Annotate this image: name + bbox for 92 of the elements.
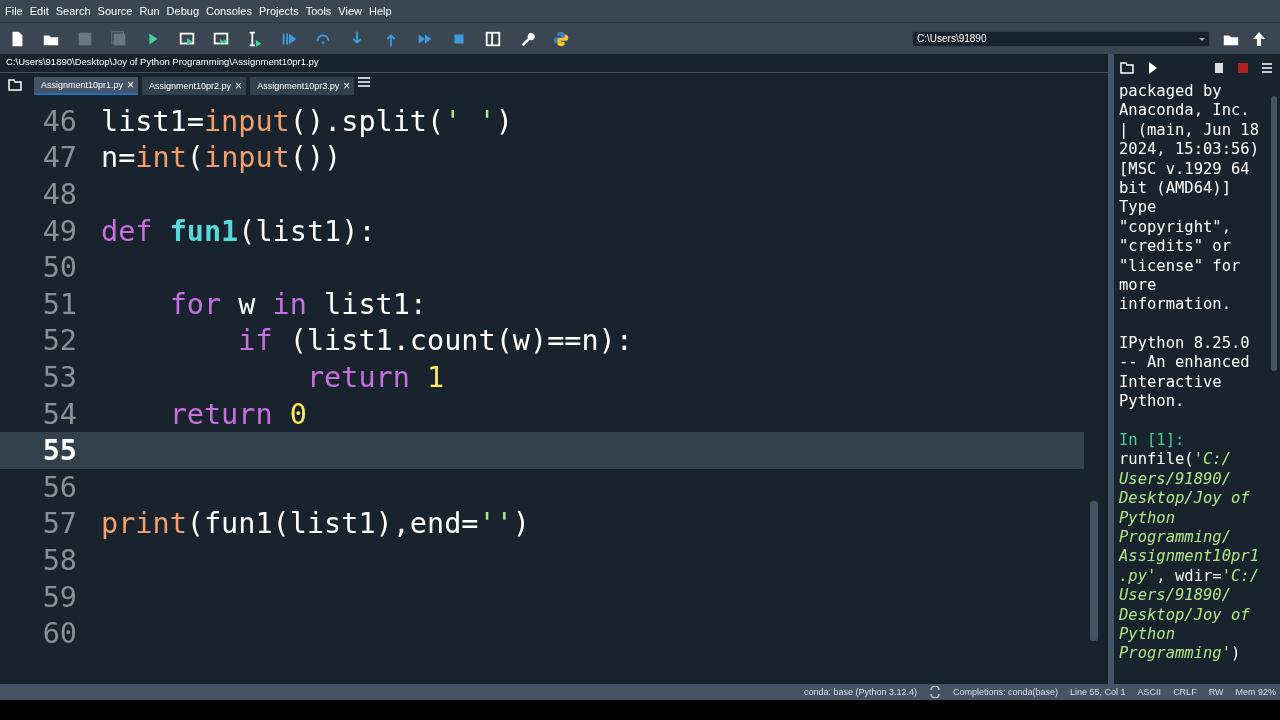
editor-tab[interactable]: Assignment10pr2.py × [142,77,247,95]
menu-item[interactable]: Edit [29,5,49,17]
console-text: Programming/ [1119,528,1232,548]
code-text: n=int(input()) [101,141,342,175]
console-text: "copyright", [1119,217,1232,238]
line-number: 46 [41,104,78,138]
console-text: bit (AMD64)] [1119,178,1232,199]
line-number: 55 [41,434,78,468]
copy-icon[interactable] [1214,62,1224,74]
console-text: Assignment10pr1 [1119,547,1260,567]
folder-icon[interactable] [1120,62,1134,74]
code-text: def fun1(list1): [101,214,376,248]
console-text: IPython 8.25.0 [1119,334,1251,354]
close-icon[interactable]: × [343,79,351,93]
console-text: more [1119,275,1158,296]
close-icon[interactable]: × [127,78,135,92]
tab-label: Assignment10pr1.py [41,80,124,90]
tab-label: Assignment10pr3.py [257,81,340,91]
console-text: | (main, Jun 18 [1119,120,1260,141]
console-text: .py', wdir='C:/ [1119,566,1260,587]
code-text: return 0 [168,397,307,431]
line-number: 51 [41,287,78,321]
console-text: Users/91890/ [1119,586,1232,606]
console-text: Desktop/Joy of [1119,605,1251,625]
console-text: Type [1119,198,1158,218]
status-item: conda: base (Python 3.12.4) [803,687,917,697]
menu-item[interactable]: Consoles [206,5,252,17]
line-number: 53 [41,360,78,394]
console-text: packaged by [1119,82,1223,102]
line-number: 59 [41,580,78,614]
menu-item[interactable]: Projects [258,5,299,17]
menu-item[interactable]: Search [55,5,91,17]
sync-icon [929,686,941,698]
console-text: "credits" or [1119,237,1232,257]
line-number: 49 [41,214,78,248]
menu-item[interactable]: Help [369,5,392,17]
scrollbar-thumb[interactable] [1271,96,1277,371]
code-text: return 1 [305,360,445,394]
line-number: 54 [41,397,78,431]
up-arrow-icon[interactable] [1252,30,1266,47]
menu-item[interactable]: Source [97,5,133,17]
scrollbar-thumb[interactable] [1090,501,1098,641]
console-text: information. [1119,295,1232,315]
line-number: 52 [41,324,78,358]
status-item: Line 55, Col 1 [1070,687,1126,697]
editor-tab[interactable]: Assignment10pr1.py × [34,77,139,95]
file-path: C:\Users\91890\Desktop\Joy of Python Programming\Assignment10pr1.py [0,54,1108,73]
code-text: if (list1.count(w)==n): [237,324,633,358]
console-text: Desktop/Joy of [1119,489,1251,509]
menu-item[interactable]: View [338,5,362,17]
line-number: 60 [41,617,78,651]
close-icon[interactable]: × [235,79,243,93]
line-number: 57 [41,507,78,541]
console-text: Python [1119,508,1176,528]
play-icon[interactable] [1148,62,1158,74]
menu-item[interactable]: Tools [305,5,332,17]
line-number: 58 [41,543,78,577]
menu-item[interactable]: Debug [166,5,200,17]
line-number: 47 [41,141,78,175]
python-icon[interactable] [552,29,570,48]
console-text: In [1]: [1119,431,1186,451]
console-text: Python [1119,624,1176,645]
browse-tabs-icon[interactable] [8,79,22,91]
status-item: CRLF [1173,687,1197,697]
console-text: Python. [1119,392,1186,412]
console-text: [MSC v.1929 64 [1119,159,1251,179]
console-text: "license" for [1119,256,1242,276]
console-text: Users/91890/ [1119,469,1232,490]
editor-tab[interactable]: Assignment10pr3.py × [250,77,355,95]
working-directory-field[interactable]: C:\Users\91890 [912,30,1210,47]
console-text: Anaconda, Inc. [1119,101,1251,121]
tab-label: Assignment10pr2.py [149,81,232,91]
console-text: runfile('C:/ [1119,450,1232,470]
line-number: 56 [41,470,78,504]
console-text: -- An enhanced [1119,353,1251,373]
status-item: RW [1208,687,1224,697]
code-text: list1=input().split(' ') [101,104,513,138]
menu-icon[interactable] [358,77,371,87]
menu-icon[interactable] [1262,63,1272,73]
console-text: Programming') [1119,644,1242,664]
menu-item[interactable]: Run [139,5,160,17]
status-item: Mem 92% [1235,687,1276,697]
line-number: 50 [41,251,78,285]
maximize-pane-icon[interactable] [484,29,502,48]
menu-item[interactable]: File [5,5,23,17]
code-text: print(fun1(list1),end='') [101,507,530,541]
console-text: 2024, 15:03:56) [1119,140,1260,160]
code-text: for w in list1: [168,287,428,321]
status-item: Completions: conda(base) [953,687,1059,697]
status-item: ASCII [1137,687,1162,697]
line-number: 48 [41,178,78,211]
console-text: Interactive [1119,372,1223,393]
